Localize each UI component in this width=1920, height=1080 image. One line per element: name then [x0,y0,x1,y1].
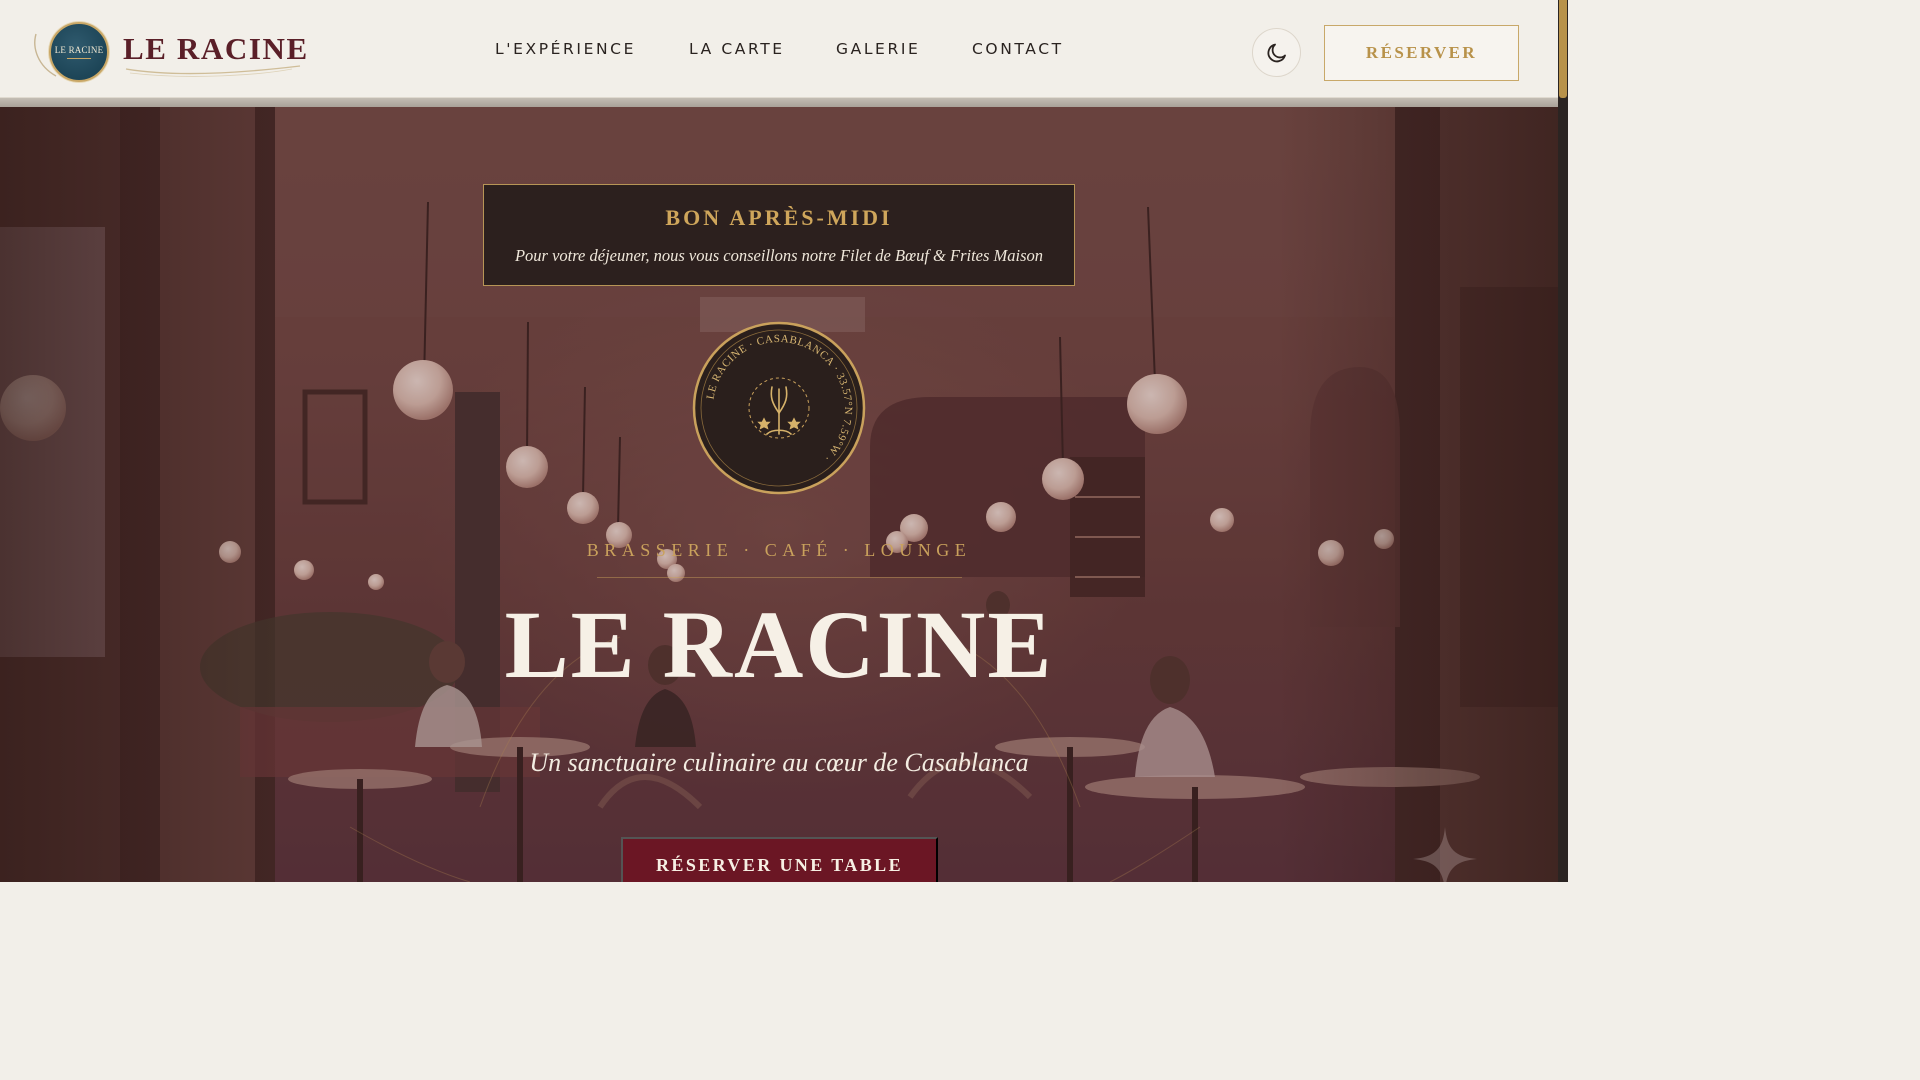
hero-subtitle: Un sanctuaire culinaire au cœur de Casab… [529,748,1029,777]
restaurant-seal-emblem: LE RACINE · CASABLANCA · 33.57°N 7.59°W … [692,321,866,495]
moon-icon [1267,43,1286,62]
logo-badge: LE RACINE [49,22,109,82]
daily-suggestion-card: BON APRÈS-MIDI Pour votre déjeuner, nous… [483,184,1075,286]
theme-toggle-button[interactable] [1252,28,1301,77]
suggestion-greeting: BON APRÈS-MIDI [665,205,893,230]
nav-item-contact[interactable]: CONTACT [972,40,1064,58]
logo-badge-text: LE RACINE [54,44,104,55]
hero-section: BON APRÈS-MIDI Pour votre déjeuner, nous… [0,107,1558,882]
site-header: LE RACINE LE RACINE L'EXPÉRIENCE LA CART… [0,0,1558,98]
suggestion-text: Pour votre déjeuner, nous vous conseillo… [514,246,1044,265]
nav-item-la-carte[interactable]: LA CARTE [689,40,785,58]
sparkle-decoration-icon [1413,827,1477,882]
logo-wordmark: LE RACINE [123,31,309,66]
nav-item-galerie[interactable]: GALERIE [836,40,920,58]
header-shadow [0,98,1558,107]
hero-title: LE RACINE [504,591,1054,698]
logo-badge-rule [67,57,91,59]
tagline-divider [597,577,962,578]
hero-tagline: BRASSERIE · CAFÉ · LOUNGE [586,540,972,560]
page-scrollbar[interactable] [1558,0,1568,882]
logo-home-link[interactable]: LE RACINE LE RACINE [30,18,320,88]
scrollbar-thumb[interactable] [1559,0,1567,98]
reserve-table-button[interactable]: RÉSERVER UNE TABLE [621,837,938,882]
reserve-button[interactable]: RÉSERVER [1324,25,1519,81]
nav-item-experience[interactable]: L'EXPÉRIENCE [495,40,636,58]
